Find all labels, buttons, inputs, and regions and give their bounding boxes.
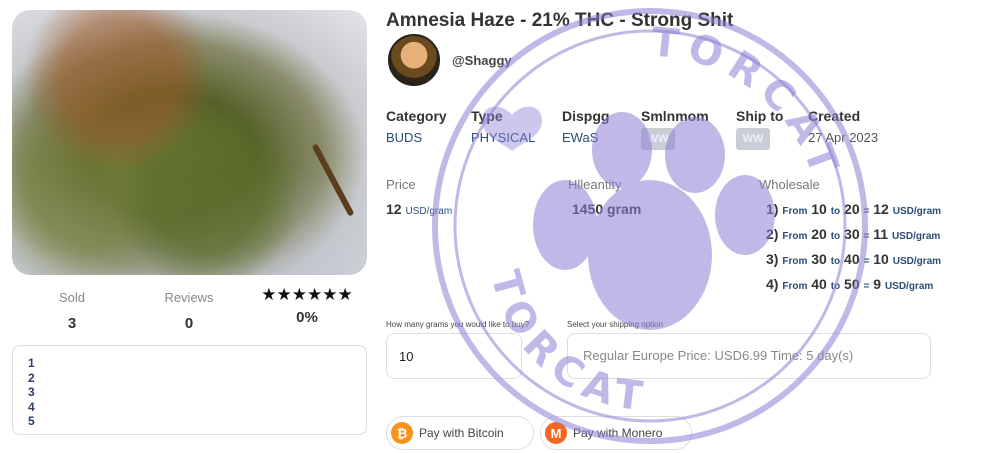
tier-number: 2) xyxy=(766,226,779,242)
product-title: Amnesia Haze - 21% THC - Strong Shit xyxy=(386,10,734,31)
price-amount: 12 xyxy=(386,201,402,217)
tier-price: 12 xyxy=(873,201,889,217)
tier-to-word: to xyxy=(830,281,841,292)
quantity-label: Hlleantity xyxy=(568,177,622,192)
rating-stars-icon: ★★★★★★ xyxy=(261,285,353,304)
tier-from-word: From xyxy=(782,231,808,242)
meta-dispatch: Dispgg EWaS xyxy=(562,108,609,145)
price-value: 12 USD/gram xyxy=(386,201,452,217)
wholesale-tier: 4) From 40 to 50 = 9 USD/gram xyxy=(766,276,941,301)
rating-value: 0% xyxy=(296,309,318,326)
tier-number: 1) xyxy=(766,201,779,217)
meta-ship-from: Smlnmom WW xyxy=(641,108,709,150)
vendor-avatar[interactable] xyxy=(388,34,440,86)
pay-monero-label: Pay with Monero xyxy=(573,426,663,440)
sold-label: Sold xyxy=(58,290,86,305)
dispatch-label: Dispgg xyxy=(562,108,610,124)
tier-number: 4) xyxy=(766,276,779,292)
tier-unit: USD/gram xyxy=(884,281,934,292)
bitcoin-icon: ₿ xyxy=(391,422,413,444)
tier-eq: = xyxy=(863,206,870,217)
wholesale-tier: 1) From 10 to 20 = 12 USD/gram xyxy=(766,201,941,226)
meta-created: Created 27 Apr 2023 xyxy=(808,108,878,145)
tier-to-word: to xyxy=(830,231,841,242)
list-item: 3 xyxy=(28,385,35,399)
pay-bitcoin-label: Pay with Bitcoin xyxy=(419,426,504,440)
description-list: 1 2 3 4 5 xyxy=(28,356,351,429)
product-image-shade xyxy=(12,10,367,275)
list-item: 5 xyxy=(28,414,35,428)
tier-to: 20 xyxy=(844,201,860,217)
tier-from-word: From xyxy=(782,206,808,217)
tier-number: 3) xyxy=(766,251,779,267)
wholesale-tiers: 1) From 10 to 20 = 12 USD/gram 2) From 2… xyxy=(766,201,941,301)
tier-price: 10 xyxy=(873,251,889,267)
product-image xyxy=(12,10,367,275)
tier-from: 20 xyxy=(811,226,827,242)
tier-eq: = xyxy=(863,231,870,242)
reviews-value: 0 xyxy=(184,315,194,332)
tier-to: 30 xyxy=(844,226,860,242)
created-value: 27 Apr 2023 xyxy=(808,130,879,145)
quantity-input[interactable] xyxy=(386,333,522,379)
price-label: Price xyxy=(386,177,416,192)
reviews-label: Reviews xyxy=(164,290,214,305)
ship-from-label: Smlnmom xyxy=(641,108,709,124)
wholesale-tier: 2) From 20 to 30 = 11 USD/gram xyxy=(766,226,941,251)
ship-from-flag-icon: WW xyxy=(641,128,675,150)
tier-from-word: From xyxy=(782,281,808,292)
tier-unit: USD/gram xyxy=(892,256,942,267)
dispatch-value: EWaS xyxy=(562,130,599,145)
created-label: Created xyxy=(808,108,861,124)
tier-from: 10 xyxy=(811,201,827,217)
vendor-username[interactable]: @Shaggy xyxy=(452,53,512,68)
tier-from: 40 xyxy=(811,276,827,292)
tier-from-word: From xyxy=(782,256,808,267)
list-item: 1 xyxy=(28,356,35,370)
tier-eq: = xyxy=(863,281,870,292)
sold-value: 3 xyxy=(67,315,77,332)
tier-to-word: to xyxy=(830,206,841,217)
tier-unit: USD/gram xyxy=(892,206,942,217)
tier-price: 9 xyxy=(873,276,882,292)
type-label: Type xyxy=(471,108,503,124)
tier-eq: = xyxy=(863,256,870,267)
price-unit: USD/gram xyxy=(405,206,453,217)
list-item: 4 xyxy=(28,399,35,414)
shipping-select-label: Select your shipping option xyxy=(567,320,664,329)
monero-icon: M xyxy=(545,422,567,444)
wholesale-label: Wholesale xyxy=(759,177,820,192)
description-box: 1 2 3 4 5 xyxy=(12,345,367,435)
tier-to: 50 xyxy=(844,276,860,292)
ship-to-flag-icon: WW xyxy=(736,128,770,150)
list-item: 2 xyxy=(28,370,35,385)
tier-price: 11 xyxy=(873,226,889,242)
shipping-select[interactable]: Regular Europe Price: USD6.99 Time: 5 da… xyxy=(567,333,931,379)
sold-stat: Sold 3 xyxy=(27,290,117,332)
ship-to-label: Ship to xyxy=(736,108,784,124)
pay-bitcoin-button[interactable]: ₿ Pay with Bitcoin xyxy=(386,416,534,450)
meta-ship-to: Ship to WW xyxy=(736,108,783,150)
watermark-text-top: TORCAT xyxy=(649,19,849,187)
tier-from: 30 xyxy=(811,251,827,267)
wholesale-tier: 3) From 30 to 40 = 10 USD/gram xyxy=(766,251,941,276)
quantity-value: 1450 gram xyxy=(572,201,642,217)
rating-stat: ★★★★★★ 0% xyxy=(257,285,357,326)
category-value[interactable]: BUDS xyxy=(386,130,447,145)
pay-monero-button[interactable]: M Pay with Monero xyxy=(540,416,692,450)
meta-type: Type PHYSICAL xyxy=(471,108,535,145)
reviews-stat: Reviews 0 xyxy=(144,290,234,332)
quantity-input-label: How many grams you would like to buy? xyxy=(386,320,530,329)
tier-to-word: to xyxy=(830,256,841,267)
meta-category: Category BUDS xyxy=(386,108,447,145)
type-value: PHYSICAL xyxy=(471,130,536,145)
category-label: Category xyxy=(386,108,447,124)
tier-to: 40 xyxy=(844,251,860,267)
tier-unit: USD/gram xyxy=(891,231,941,242)
